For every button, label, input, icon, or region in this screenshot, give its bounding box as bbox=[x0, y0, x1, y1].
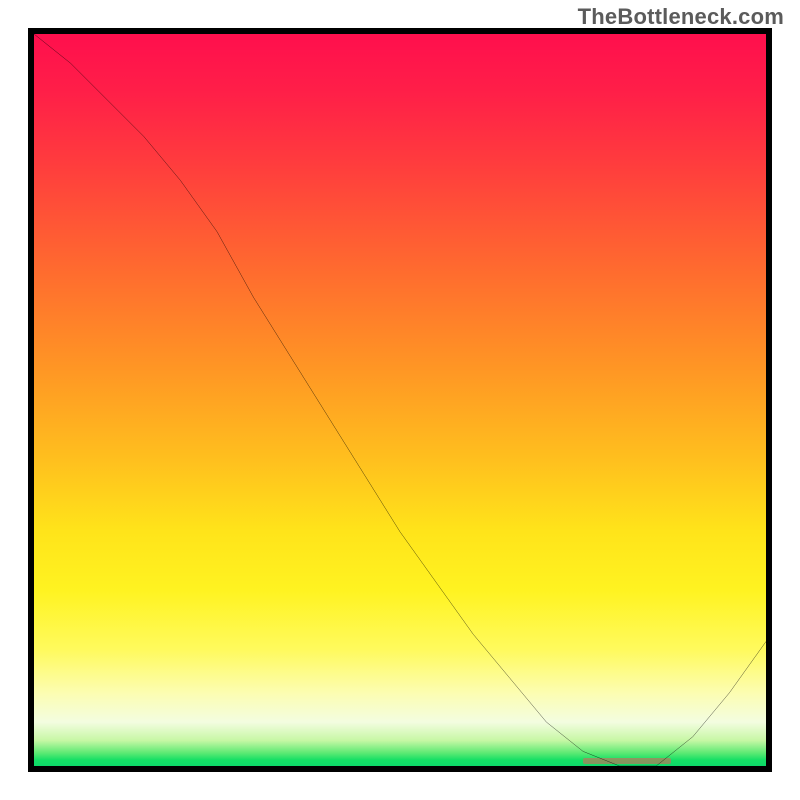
line-series bbox=[34, 34, 766, 766]
bottleneck-curve-path bbox=[34, 34, 766, 766]
chart-container: TheBottleneck.com bbox=[0, 0, 800, 800]
watermark-text: TheBottleneck.com bbox=[578, 4, 784, 30]
plot-area bbox=[28, 28, 772, 772]
